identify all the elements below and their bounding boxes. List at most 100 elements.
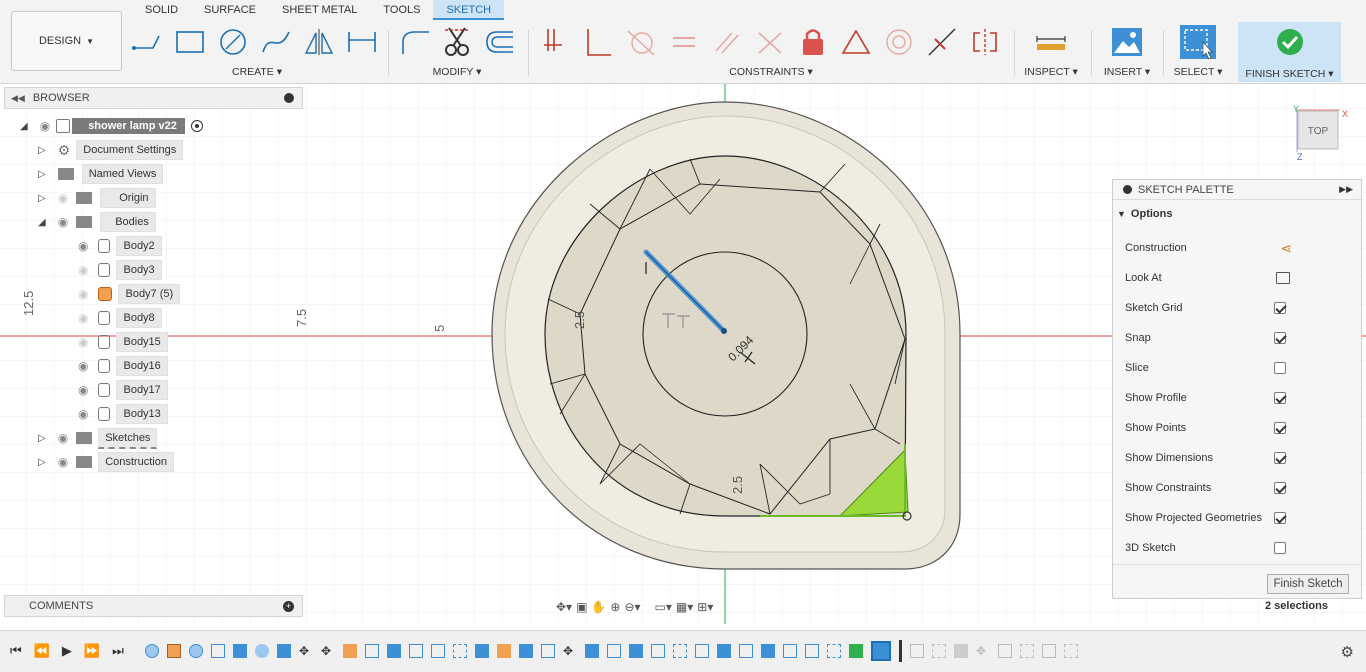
tab-tools[interactable]: TOOLS [370,0,433,20]
viewports-icon[interactable]: ⊞▾ [697,600,713,614]
tree-item-origin[interactable]: ▷ ◉ Origin [38,187,156,209]
timeline-feature-icon[interactable] [717,644,731,658]
collapse-triangle-icon[interactable]: ◢ [20,121,28,132]
visibility-eye-icon[interactable]: ◉ [78,383,88,397]
timeline-feature-icon[interactable] [189,644,203,658]
trim-icon[interactable] [438,23,475,61]
triangle-constraint-icon[interactable] [837,23,875,61]
timeline-feature-icon[interactable] [255,644,269,658]
coincident-constraint-icon[interactable] [536,23,574,61]
visibility-eye-icon[interactable]: ◉ [40,119,50,133]
zoom-window-icon[interactable]: ⊖▾ [624,600,640,614]
timeline-feature-icon[interactable] [277,644,291,658]
tree-item-document-settings[interactable]: ▷ ⚙ Document Settings [38,139,184,161]
timeline-feature-icon[interactable] [145,644,159,658]
fix-constraint-icon[interactable] [794,23,832,61]
visibility-eye-icon[interactable]: ◉ [78,359,88,373]
visibility-eye-icon[interactable]: ◉ [78,239,88,253]
tree-item-construction[interactable]: ▷ ◉ Construction [38,451,174,473]
timeline-feature-icon[interactable] [673,644,687,658]
add-comment-icon[interactable]: + [283,600,294,612]
play-icon[interactable]: ▶ [62,643,72,659]
timeline-feature-icon[interactable] [387,644,401,658]
constraints-menu[interactable]: CONSTRAINTS ▾ [536,66,1006,78]
timeline-feature-icon[interactable] [651,644,665,658]
dimension-icon[interactable] [343,23,381,61]
expand-triangle-icon[interactable]: ▷ [38,145,46,156]
select-menu[interactable]: SELECT ▾ [1168,66,1228,78]
palette-header[interactable]: SKETCH PALETTE ▶▶ [1113,180,1361,200]
timeline-feature-icon[interactable] [585,644,599,658]
collapse-panel-icon[interactable]: ◀◀ [11,93,25,104]
create-menu[interactable]: CREATE ▾ [128,66,386,78]
tree-item-body2[interactable]: ◉ Body2 [78,235,162,257]
perpendicular-constraint-icon[interactable] [579,23,617,61]
show-dimensions-checkbox[interactable] [1274,452,1286,464]
offset-icon[interactable] [481,23,518,61]
finish-sketch-button[interactable]: Finish Sketch [1267,574,1349,594]
zoom-icon[interactable]: ⊕ [610,600,620,614]
design-workspace-button[interactable]: DESIGN ▼ [11,11,122,71]
concentric-constraint-icon[interactable] [880,23,918,61]
tab-sketch[interactable]: SKETCH [433,0,505,20]
timeline-feature-icon[interactable] [629,644,643,658]
modify-menu[interactable]: MODIFY ▾ [396,66,518,78]
timeline-feature-icon[interactable] [497,644,511,658]
timeline-feature-icon[interactable] [1042,644,1056,658]
go-to-start-icon[interactable]: ⏮ [10,643,22,659]
timeline-feature-icon[interactable] [932,644,946,658]
visibility-eye-hidden-icon[interactable]: ◉ [78,335,88,349]
timeline-feature-icon[interactable] [998,644,1012,658]
tree-item-body17[interactable]: ◉ Body17 [78,379,168,401]
timeline-feature-icon[interactable]: ✥ [299,644,313,658]
show-constraints-checkbox[interactable] [1274,482,1286,494]
finish-sketch-menu[interactable]: FINISH SKETCH ▾ [1238,68,1341,80]
collinear-constraint-icon[interactable] [751,23,789,61]
timeline-feature-icon[interactable] [761,644,775,658]
browser-panel-header[interactable]: ◀◀ BROWSER [4,87,303,109]
visibility-eye-hidden-icon[interactable]: ◉ [78,287,88,301]
symmetry-constraint-icon[interactable] [966,23,1004,61]
mirror-icon[interactable] [300,23,338,61]
fillet-icon[interactable] [396,23,433,61]
tab-surface[interactable]: SURFACE [191,0,269,20]
step-forward-icon[interactable]: ⏩ [84,643,100,659]
timeline-feature-icon[interactable] [954,644,968,658]
timeline-feature-icon[interactable] [211,644,225,658]
expand-triangle-icon[interactable]: ▷ [38,169,46,180]
visibility-eye-icon[interactable]: ◉ [58,215,68,229]
timeline-feature-icon[interactable] [167,644,181,658]
inspect-menu[interactable]: INSPECT ▾ [1020,66,1082,78]
parallel-constraint-icon[interactable] [708,23,746,61]
root-component-label[interactable]: shower lamp v22 [72,118,185,134]
collapse-triangle-icon[interactable]: ◢ [38,217,46,228]
timeline-feature-icon[interactable] [783,644,797,658]
minimize-icon[interactable] [284,93,294,103]
expand-triangle-icon[interactable]: ▷ [38,433,46,444]
tree-item-body7[interactable]: ◉ Body7 (5) [78,283,181,305]
timeline-feature-icon[interactable] [827,644,841,658]
look-at-icon[interactable]: ▣ [576,600,587,614]
timeline-marker-icon[interactable] [899,640,902,662]
timeline-feature-icon[interactable] [519,644,533,658]
timeline-feature-icon[interactable]: ✥ [321,644,335,658]
construction-toggle-icon[interactable]: ⋖ [1280,240,1292,257]
tree-item-body16[interactable]: ◉ Body16 [78,355,168,377]
timeline-feature-icon[interactable] [739,644,753,658]
sketch-point[interactable] [721,328,727,334]
tree-item-body13[interactable]: ◉ Body13 [78,403,168,425]
slice-checkbox[interactable] [1274,362,1286,374]
visibility-eye-hidden-icon[interactable]: ◉ [78,263,88,277]
snap-checkbox[interactable] [1274,332,1286,344]
rectangle-icon[interactable] [171,23,209,61]
options-section-header[interactable]: ▼ Options [1117,208,1172,220]
tree-item-bodies[interactable]: ◢ ◉ Bodies [38,211,156,233]
activate-radio-icon[interactable] [190,120,203,132]
tree-item-sketches[interactable]: ▷ ◉ Sketches [38,427,158,449]
tree-item-body3[interactable]: ◉ Body3 [78,259,162,281]
timeline-feature-icon[interactable] [233,644,247,658]
finish-sketch-group[interactable]: FINISH SKETCH ▾ [1238,22,1341,82]
midpoint-constraint-icon[interactable] [923,23,961,61]
tab-solid[interactable]: SOLID [132,0,191,20]
visibility-eye-icon[interactable]: ◉ [58,431,68,445]
